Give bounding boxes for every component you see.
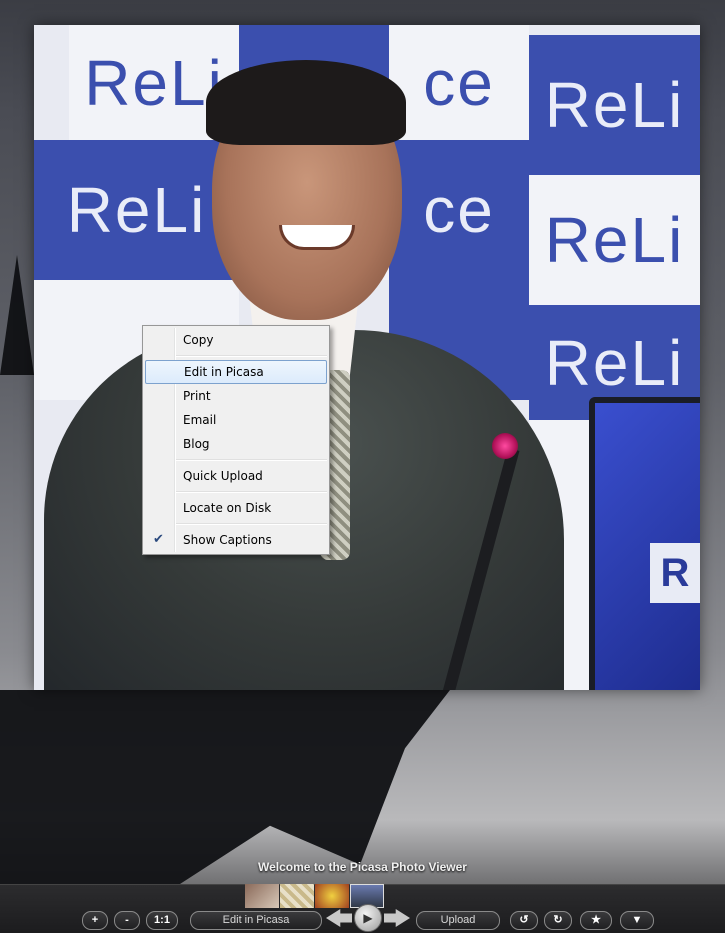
person-hair [206, 60, 406, 145]
banner-tile: ReLi [529, 35, 700, 175]
menu-item-blog[interactable]: Blog [145, 432, 327, 456]
microphone [492, 433, 518, 459]
checkmark-icon: ✔ [153, 532, 164, 547]
banner-tile: ce [389, 25, 529, 140]
tree-silhouette [0, 255, 34, 375]
actual-size-button[interactable]: 1:1 [146, 911, 178, 930]
zoom-in-button[interactable]: + [82, 911, 108, 930]
photo-image[interactable]: ReLi ce ReLi ReLi ce ReLi ReLi R [34, 25, 700, 690]
zoom-out-button[interactable]: - [114, 911, 140, 930]
menu-separator [175, 355, 327, 357]
banner-text: ce [423, 46, 495, 119]
menu-item-label: Email [183, 413, 217, 427]
menu-item-print[interactable]: Print [145, 384, 327, 408]
menu-item-label: Quick Upload [183, 469, 263, 483]
banner-text: ce [423, 174, 495, 246]
welcome-caption: Welcome to the Picasa Photo Viewer [258, 860, 467, 874]
menu-item-quick-upload[interactable]: Quick Upload [145, 464, 327, 488]
rotate-right-icon[interactable]: ↻ [544, 911, 572, 930]
menu-item-copy[interactable]: Copy [145, 328, 327, 352]
tree-reflection [0, 690, 450, 884]
menu-item-label: Edit in Picasa [184, 365, 264, 379]
menu-separator [175, 459, 327, 461]
menu-item-edit-in-picasa[interactable]: Edit in Picasa [145, 360, 327, 384]
upload-button[interactable]: Upload [416, 911, 500, 930]
menu-item-label: Copy [183, 333, 214, 347]
navigation-controls: ▶ [326, 904, 410, 932]
menu-item-show-captions[interactable]: ✔ Show Captions [145, 528, 327, 552]
menu-item-label: Locate on Disk [183, 501, 272, 515]
menu-item-label: Blog [183, 437, 210, 451]
menu-item-locate-on-disk[interactable]: Locate on Disk [145, 496, 327, 520]
previous-arrow-icon[interactable] [326, 909, 352, 927]
menu-item-label: Show Captions [183, 533, 272, 547]
menu-separator [175, 491, 327, 493]
banner-text: ReLi [66, 174, 207, 246]
context-menu: Copy Edit in Picasa Print Email Blog Qui… [142, 325, 330, 555]
chevron-down-icon[interactable]: ▼ [620, 911, 654, 930]
menu-separator [175, 523, 327, 525]
star-icon[interactable]: ★ [580, 911, 612, 930]
banner-tile: ReLi [34, 140, 239, 280]
edit-in-picasa-button[interactable]: Edit in Picasa [190, 911, 322, 930]
banner-tile: ce [389, 140, 529, 280]
rotate-left-icon[interactable]: ↺ [510, 911, 538, 930]
banner-text: ReLi [544, 204, 685, 276]
laptop: R [589, 397, 700, 690]
laptop-logo: R [650, 543, 700, 603]
banner-tile: ReLi [529, 175, 700, 305]
menu-item-email[interactable]: Email [145, 408, 327, 432]
banner-text: ReLi [544, 69, 685, 141]
banner-text: ReLi [84, 46, 224, 119]
play-icon[interactable]: ▶ [354, 904, 382, 932]
thumbnail[interactable] [280, 884, 314, 908]
next-arrow-icon[interactable] [384, 909, 410, 927]
menu-item-label: Print [183, 389, 211, 403]
banner-text: ReLi [544, 326, 685, 399]
thumbnail[interactable] [245, 884, 279, 908]
